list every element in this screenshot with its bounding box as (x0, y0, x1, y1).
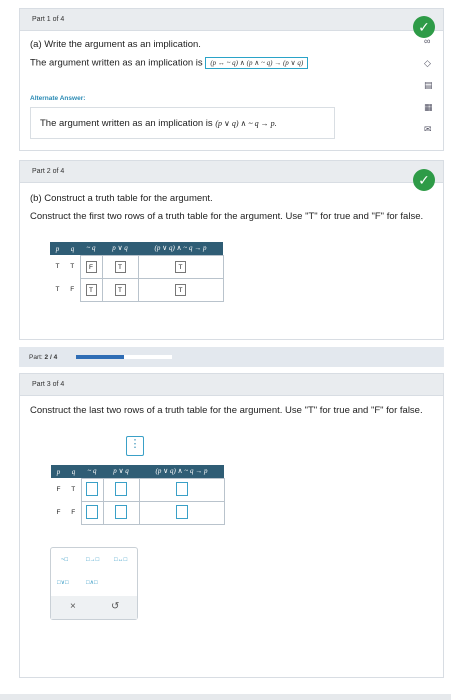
tt2-col-q: q (65, 242, 80, 255)
part1-panel: Part 1 of 4 (a) Write the argument as an… (19, 8, 444, 151)
part3-header: Part 3 of 4 (20, 374, 443, 396)
part1-answer-prefix: The argument written as an implication i… (30, 57, 203, 69)
mail-icon[interactable]: ✉ (424, 124, 432, 135)
and-button[interactable]: □∧□ (86, 579, 98, 586)
alt-answer-title: Alternate Answer: (30, 95, 86, 102)
part2-instruction: Construct the first two rows of a truth … (30, 211, 424, 222)
tt3-input[interactable] (115, 504, 127, 519)
tt3-col-p: p (51, 465, 66, 478)
clear-button[interactable]: × (70, 601, 76, 612)
tt2-col-expr: (p ∨ q) ∧ ~ q → p (138, 242, 223, 255)
part2-panel: Part 2 of 4 (b) Construct a truth table … (19, 160, 444, 340)
tt3-input[interactable] (86, 481, 98, 496)
tt3-input[interactable] (86, 504, 98, 519)
part3-panel: Part 3 of 4 Construct the last two rows … (19, 373, 444, 678)
tt3-input[interactable] (175, 481, 188, 496)
calculator-icon[interactable]: ▦ (424, 102, 433, 113)
progress-label: Part: 2 / 4 (29, 354, 58, 361)
part2-truth-table: p q ~ q p ∨ q (p ∨ q) ∧ ~ q → p T T F T … (50, 242, 224, 302)
diamond-icon[interactable]: ◇ (424, 58, 431, 69)
bottom-bar (0, 694, 451, 700)
alt-answer-prefix: The argument written as an implication i… (40, 118, 213, 129)
part1-header: Part 1 of 4 (20, 9, 443, 31)
table-row: T T F T T (50, 254, 224, 279)
table-row: T F T T T (50, 277, 224, 302)
tt3-col-expr: (p ∨ q) ∧ ~ q → p (139, 465, 224, 478)
tt2-cell[interactable]: F (85, 260, 97, 273)
tt2-cell[interactable]: T (114, 260, 126, 273)
part2-check-icon: ✓ (413, 169, 435, 191)
tt3-col-porq: p ∨ q (103, 465, 139, 478)
undo-button[interactable]: ↺ (111, 601, 119, 612)
table-row: F T (51, 477, 225, 502)
tt2-cell[interactable]: T (114, 283, 126, 296)
tt3-input[interactable] (115, 481, 127, 496)
alt-answer-formula: (p ∨ q) ∧ ~ q → p. (215, 119, 277, 128)
palette-footer: × ↺ (51, 596, 137, 619)
tt2-col-porq: p ∨ q (102, 242, 138, 255)
not-button[interactable]: ~□ (61, 557, 68, 563)
tt2-cell[interactable]: T (85, 283, 97, 296)
tt2-cell[interactable]: T (175, 283, 186, 296)
infinity-icon[interactable]: ∞ (424, 36, 430, 46)
part1-question: (a) Write the argument as an implication… (30, 39, 201, 50)
progress-bar (76, 355, 172, 359)
tt3-col-q: q (66, 465, 81, 478)
tt2-col-notq: ~ q (80, 242, 102, 255)
book-icon[interactable]: ▤ (424, 80, 433, 91)
tt2-col-p: p (50, 242, 65, 255)
part3-truth-table: p q ~ q p ∨ q (p ∨ q) ∧ ~ q → p F T F F (51, 465, 225, 525)
part1-check-icon: ✓ (413, 16, 435, 38)
alt-answer-box: The argument written as an implication i… (30, 107, 335, 139)
part1-answer-box[interactable]: (p ↔ ~ q) ∧ (p ∧ ~ q) → (p ∨ q) (205, 57, 309, 69)
implies-button[interactable]: □→□ (86, 557, 99, 563)
part2-header: Part 2 of 4 (20, 161, 443, 183)
symbol-palette: ~□ □→□ □↔□ □∨□ □∧□ × ↺ (50, 547, 138, 620)
or-button[interactable]: □∨□ (57, 579, 69, 586)
tt3-input[interactable] (175, 504, 188, 519)
drag-handle[interactable]: ⋮ (126, 436, 144, 456)
tt2-cell[interactable]: T (175, 260, 186, 273)
biconditional-button[interactable]: □↔□ (114, 557, 127, 563)
progress-fill (76, 355, 124, 359)
part3-instruction: Construct the last two rows of a truth t… (30, 405, 423, 416)
part2-question: (b) Construct a truth table for the argu… (30, 193, 213, 204)
table-row: F F (51, 500, 225, 525)
grip-icon: ⋮ (129, 438, 141, 450)
part1-answer: The argument written as an implication i… (30, 57, 309, 69)
tt3-col-notq: ~ q (81, 465, 103, 478)
